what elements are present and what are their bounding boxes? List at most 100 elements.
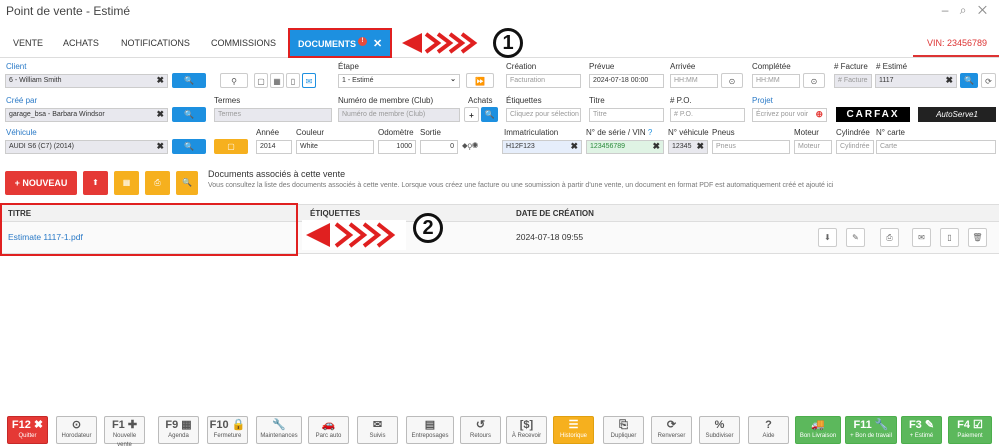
clear-icon[interactable]: ✖ — [652, 141, 660, 152]
clock-icon[interactable]: ⊙ — [721, 73, 743, 88]
email-icon[interactable]: ✉ — [912, 228, 931, 247]
search-icon[interactable]: 🔍 — [481, 107, 498, 122]
parc-auto-button[interactable]: 🚗 Parc auto — [308, 416, 349, 444]
sortie-field[interactable]: 0 — [420, 140, 458, 154]
autoserve-logo[interactable]: AutoServe1 — [918, 107, 996, 122]
search-icon[interactable]: 🔍 — [172, 139, 206, 154]
dupliquer-button[interactable]: ⎘ Dupliquer — [603, 416, 644, 444]
pneus-field[interactable]: Pneus — [712, 140, 790, 154]
window-controls[interactable]: – ⌕ ✕ — [942, 3, 991, 18]
bon-de-travail-button[interactable]: F11 🔧 + Bon de travail — [845, 416, 897, 444]
print-icon[interactable]: ⎙ — [880, 228, 899, 247]
moteur-field[interactable]: Moteur — [794, 140, 832, 154]
clear-icon[interactable]: ✖ — [156, 141, 164, 152]
document-icon[interactable]: ▢ — [214, 139, 248, 154]
projet-field[interactable]: Écrivez pour voir ⊕ — [752, 108, 827, 122]
projet-label: Projet — [752, 96, 773, 105]
clock-icon[interactable]: ⊙ — [803, 73, 825, 88]
membre-field[interactable]: Numéro de membre (Club) — [338, 108, 460, 122]
fermeture-button[interactable]: F10 🔒 Fermeture — [207, 416, 248, 444]
odometre-field[interactable]: 1000 — [378, 140, 416, 154]
tab-documents[interactable]: DOCUMENTS! ✕ — [288, 28, 393, 58]
client-field[interactable]: 6 - William Smith ✖ — [5, 74, 168, 88]
arrivee-field[interactable]: HH:MM — [670, 74, 718, 88]
grid-icon[interactable]: ▦ — [114, 171, 139, 195]
forward-icon[interactable]: ⏩ — [466, 73, 494, 88]
edit-icon[interactable]: ✎ — [846, 228, 865, 247]
refresh-icon[interactable]: ⟳ — [981, 73, 996, 88]
print-icon[interactable]: ⎙ — [145, 171, 170, 195]
vehicule-field[interactable]: AUDI S6 (C7) (2014) ✖ — [5, 140, 168, 154]
tab-vin[interactable]: VIN: 23456789 — [927, 38, 987, 48]
add-circle-icon[interactable]: ⊕ — [815, 109, 823, 120]
immat-field[interactable]: H12F123 ✖ — [502, 140, 582, 154]
annee-field[interactable]: 2014 — [256, 140, 292, 154]
a-recevoir-button[interactable]: [$] À Recevoir — [506, 416, 547, 444]
prevue-field[interactable]: 2024-07-18 00:00 — [589, 74, 664, 88]
search-icon[interactable]: 🔍 — [176, 171, 198, 195]
trash-icon[interactable]: 🗑 — [968, 228, 987, 247]
search-icon[interactable]: 🔍 — [172, 73, 206, 88]
clear-icon[interactable]: ✖ — [696, 141, 704, 152]
tab-commissions[interactable]: COMMISSIONS — [211, 38, 276, 48]
nveh-field[interactable]: 12345 ✖ — [668, 140, 708, 154]
search-icon[interactable]: 🔍 — [172, 107, 206, 122]
tags-icon[interactable]: ⬥⚲◉ — [462, 141, 478, 151]
retours-button[interactable]: ↺ Retours — [460, 416, 501, 444]
column-etiquettes[interactable]: ÉTIQUETTES — [310, 209, 360, 218]
titre-field[interactable]: Titre — [589, 108, 664, 122]
upload-icon[interactable]: ⬆ — [83, 171, 108, 195]
horodateur-button[interactable]: ⊙ Horodateur — [56, 416, 97, 444]
binoculars-icon[interactable]: ⚲ — [220, 73, 248, 88]
email-icon[interactable]: ✉ — [302, 73, 316, 88]
termes-field[interactable]: Termes — [214, 108, 332, 122]
tab-vente[interactable]: VENTE — [13, 38, 43, 48]
search-icon[interactable]: 🔍 — [960, 73, 978, 88]
clear-icon[interactable]: ✖ — [156, 75, 164, 86]
maintenances-button[interactable]: 🔧 Maintenances — [256, 416, 302, 444]
suivis-button[interactable]: ✉ Suivis — [357, 416, 398, 444]
historique-button[interactable]: ☰ Historique — [553, 416, 594, 444]
couleur-field[interactable]: White — [296, 140, 374, 154]
clear-icon[interactable]: ✖ — [945, 75, 953, 86]
etape-select[interactable]: 1 - Estimé ⌄ — [338, 74, 460, 88]
etiquettes-field[interactable]: Cliquez pour sélection — [506, 108, 581, 122]
nouveau-button[interactable]: + NOUVEAU — [5, 171, 77, 195]
carte-field[interactable]: Carte — [876, 140, 996, 154]
phone-icon[interactable]: ▯ — [940, 228, 959, 247]
nouvelle-vente-button[interactable]: F1 ✚ Nouvelle vente — [104, 416, 145, 448]
clear-icon[interactable]: ✖ — [156, 109, 164, 120]
tab-notifications[interactable]: NOTIFICATIONS — [121, 38, 190, 48]
entreposages-button[interactable]: ▤ Entreposages — [406, 416, 454, 444]
estime-button[interactable]: F3 ✎ + Estimé — [901, 416, 942, 444]
cree-par-field[interactable]: garage_bsa - Barbara Windsor ✖ — [5, 108, 168, 122]
add-icon[interactable]: + — [464, 107, 479, 122]
facture-field[interactable]: # Facture — [834, 74, 872, 88]
cylindree-field[interactable]: Cylindrée — [836, 140, 874, 154]
help-icon[interactable]: ? — [648, 128, 652, 137]
quitter-button[interactable]: F12 ✖ Quitter — [7, 416, 48, 444]
creation-field[interactable]: Facturation — [506, 74, 581, 88]
document-icon[interactable]: ▢ — [254, 73, 268, 88]
aide-button[interactable]: ? Aide — [748, 416, 789, 444]
paiement-button[interactable]: F4 ☑ Paiement — [948, 416, 992, 444]
clear-icon[interactable]: ✖ — [570, 141, 578, 152]
renverser-button[interactable]: ⟳ Renverser — [651, 416, 692, 444]
completee-field[interactable]: HH:MM — [752, 74, 800, 88]
close-icon[interactable]: ✕ — [373, 38, 382, 50]
download-icon[interactable]: ⬇ — [818, 228, 837, 247]
po-field[interactable]: # P.O. — [670, 108, 745, 122]
bon-livraison-button[interactable]: 🚚 Bon Livraison — [795, 416, 841, 444]
lock-icon: F10 🔒 — [209, 419, 246, 431]
serie-field[interactable]: 123456789 ✖ — [586, 140, 664, 154]
tab-achats[interactable]: ACHATS — [63, 38, 99, 48]
fkey-label: Dupliquer — [610, 433, 637, 439]
column-date[interactable]: DATE DE CRÉATION — [516, 209, 594, 218]
calendar-icon[interactable]: ▦ — [270, 73, 284, 88]
subdiviser-button[interactable]: % Subdiviser — [699, 416, 740, 444]
carfax-logo[interactable]: CARFAX — [836, 107, 910, 122]
estime-field[interactable]: 1117 ✖ — [875, 74, 957, 88]
percent-icon: % — [714, 419, 725, 431]
phone-icon[interactable]: ▯ — [286, 73, 300, 88]
agenda-button[interactable]: F9 ▦ Agenda — [158, 416, 199, 444]
